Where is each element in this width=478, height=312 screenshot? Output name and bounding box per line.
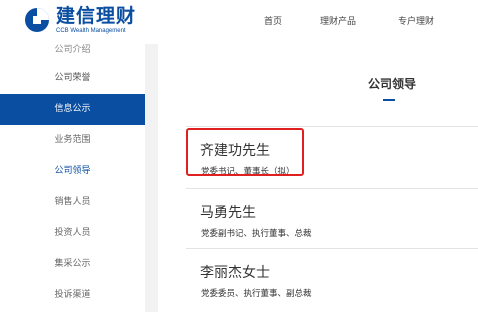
nav-home[interactable]: 首页: [264, 14, 282, 27]
leader-name: 李丽杰女士: [200, 265, 270, 281]
site-header: 建信理财 CCB Wealth Management 首页 理财产品 专户理财: [0, 0, 478, 44]
leader-role: 党委委员、执行董事、副总裁: [201, 289, 312, 299]
sidebar-item-business-scope[interactable]: 业务范围: [0, 125, 145, 156]
sidebar-item-disclosure[interactable]: 信息公示: [0, 94, 145, 125]
page-title: 公司领导: [368, 77, 417, 91]
divider: [186, 188, 478, 189]
brand-name: 建信理财: [56, 5, 137, 27]
sidebar-item-complaints[interactable]: 投诉渠道: [0, 280, 145, 311]
nav-products[interactable]: 理财产品: [320, 14, 356, 27]
divider: [186, 126, 478, 127]
leader-name: 马勇先生: [200, 205, 256, 221]
ccb-logo-icon: [25, 8, 49, 32]
leader-role: 党委副书记、执行董事、总裁: [201, 229, 312, 239]
sidebar-item-procurement[interactable]: 集采公示: [0, 249, 145, 280]
sidebar-item-honors[interactable]: 公司荣誉: [0, 63, 145, 94]
divider: [186, 248, 478, 249]
brand-name-en: CCB Wealth Management: [56, 28, 126, 34]
highlight-box: [186, 128, 304, 176]
sidebar-item-leadership[interactable]: 公司领导: [0, 156, 145, 187]
title-underline: [383, 99, 395, 101]
sidebar-item-company-intro[interactable]: 公司介绍: [0, 44, 145, 56]
sidebar-item-sales-staff[interactable]: 销售人员: [0, 187, 145, 218]
main-content: 公司领导 齐建功先生 党委书记、董事长（拟） 马勇先生 党委副书记、执行董事、总…: [158, 44, 478, 312]
brand-logo[interactable]: 建信理财 CCB Wealth Management: [24, 6, 174, 38]
sidebar: 公司介绍 公司荣誉 信息公示 业务范围 公司领导 销售人员 投资人员 集采公示 …: [0, 44, 145, 312]
sidebar-item-investment-staff[interactable]: 投资人员: [0, 218, 145, 249]
nav-private-wealth[interactable]: 专户理财: [398, 14, 434, 27]
